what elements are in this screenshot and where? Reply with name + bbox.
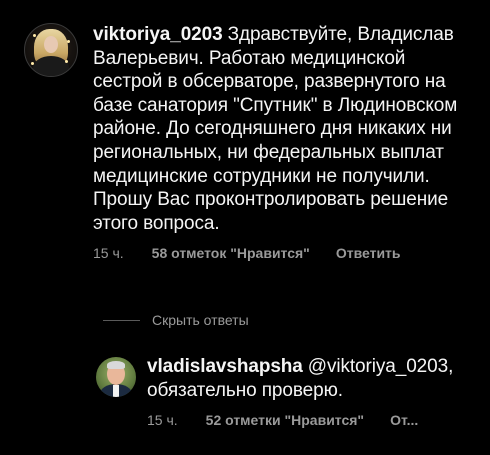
reply-likes-count[interactable]: 52 отметки "Нравится" [206,412,364,428]
avatar-face-shape [44,36,58,53]
comment-likes-count[interactable]: 58 отметок "Нравится" [152,245,310,261]
reply-button[interactable]: Ответить [336,245,401,261]
reply-username[interactable]: vladislavshapsha [147,356,303,377]
avatar-sparkle [67,40,70,43]
comment-meta: 15 ч. 58 отметок "Нравится" Ответить [93,245,474,261]
avatar-shirt-shape [113,385,119,397]
reply-timestamp: 15 ч. [147,412,178,429]
reply-comment: vladislavshapsha @viktoriya_0203, обязате… [96,355,476,428]
avatar[interactable] [24,23,78,77]
comment: viktoriya_0203 Здравствуйте, Владислав Ва… [24,23,474,261]
avatar-body-shape [33,56,69,76]
avatar-hair-shape [107,361,125,369]
comment-text: Здравствуйте, Владислав Валерьевич. Рабо… [93,24,458,234]
comment-username[interactable]: viktoriya_0203 [93,24,223,45]
reply-text-block: vladislavshapsha @viktoriya_0203, обязате… [147,355,476,402]
comment-body: viktoriya_0203 Здравствуйте, Владислав Ва… [93,23,474,261]
reply-meta: 15 ч. 52 отметки "Нравится" От... [147,412,476,428]
hide-replies-divider [103,319,140,321]
reply-body: vladislavshapsha @viktoriya_0203, обязате… [147,355,476,428]
hide-replies-button[interactable]: Скрыть ответы [103,312,249,328]
avatar-sparkle [33,34,36,37]
reply-button[interactable]: От... [390,412,418,428]
comment-text-block: viktoriya_0203 Здравствуйте, Владислав Ва… [93,23,474,235]
hide-replies-label: Скрыть ответы [152,312,249,328]
avatar-sparkle [31,62,34,65]
comment-timestamp: 15 ч. [93,245,124,262]
avatar-sparkle [65,60,68,63]
avatar[interactable] [96,357,136,397]
